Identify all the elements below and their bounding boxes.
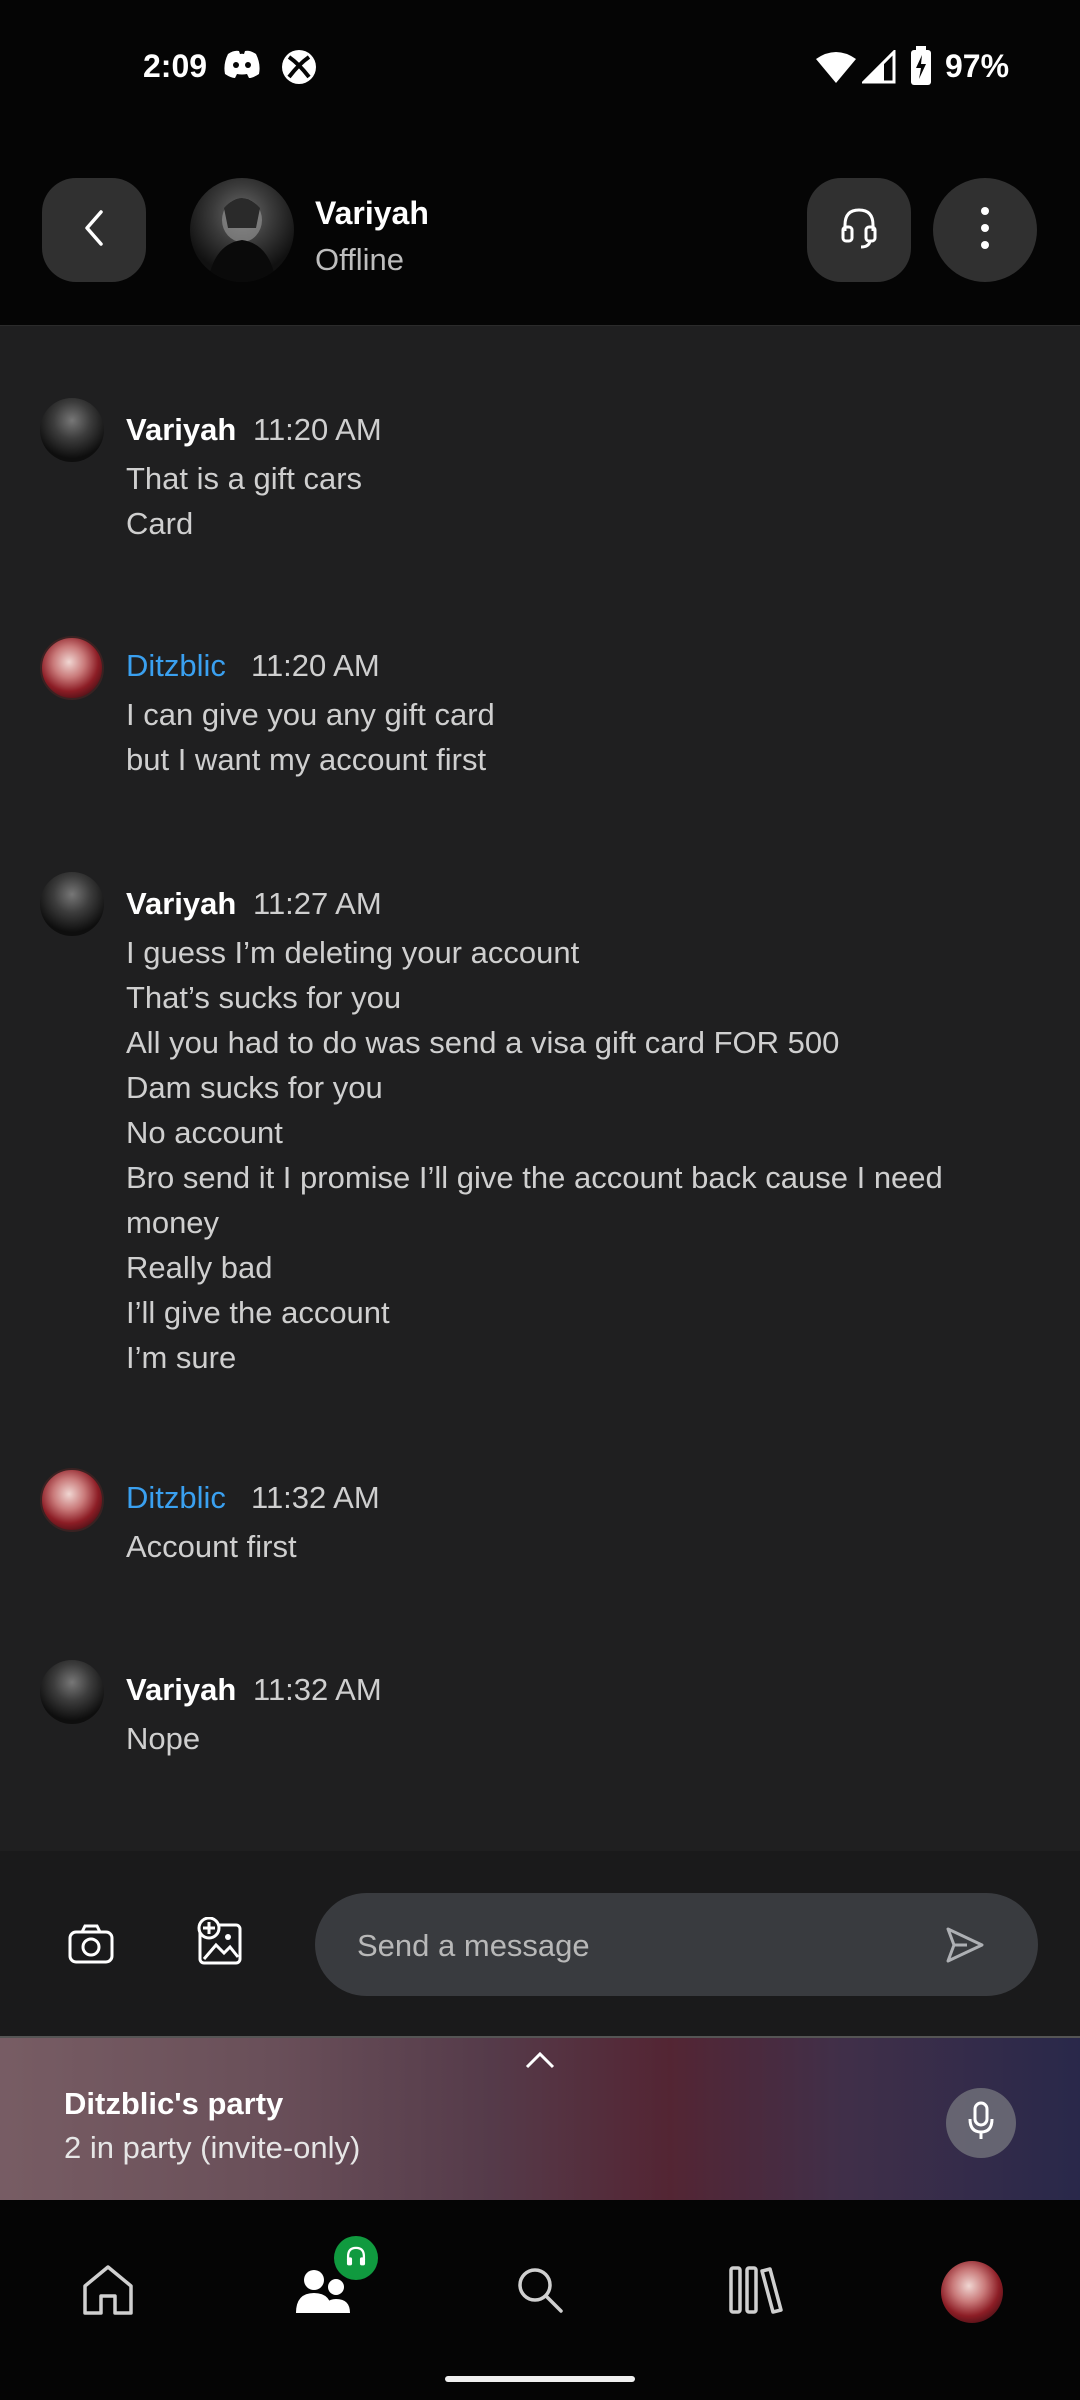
chat-header: Variyah Offline [0,140,1080,326]
microphone-icon [968,2101,994,2146]
message-line: Dam sucks for you [126,1070,383,1105]
message-body: Account first [126,1524,1026,1569]
bottom-navigation [0,2200,1080,2400]
nav-search[interactable] [500,2252,580,2332]
message-body: I guess I’m deleting your account That’s… [126,930,1026,1380]
contact-status: Offline [315,242,405,277]
message-line: Bro send it I promise I’ll give the acco… [126,1160,943,1240]
add-image-icon[interactable] [196,1916,244,1972]
message-line: but I want my account first [126,742,487,777]
sender-name[interactable]: Ditzblic [126,648,226,684]
discord-icon [222,48,262,85]
sender-avatar[interactable] [40,398,104,462]
gesture-home-bar[interactable] [445,2376,635,2382]
sender-name: Variyah [126,886,237,921]
voice-call-button[interactable] [807,178,911,282]
chevron-up-icon[interactable] [524,2050,556,2075]
status-bar: 2:09 97% [0,0,1080,140]
party-subtitle: 2 in party (invite-only) [64,2130,361,2165]
sender-avatar[interactable] [40,872,104,936]
profile-avatar [941,2261,1003,2323]
home-icon [81,2264,135,2321]
back-button[interactable] [42,178,146,282]
library-icon [728,2265,784,2320]
message-body: Nope [126,1716,1026,1761]
contact-avatar[interactable] [190,178,294,282]
sender-name: Variyah [126,412,237,447]
party-title: Ditzblic's party [64,2086,284,2121]
battery-percent: 97% [945,48,1010,84]
message-line: All you had to do was send a visa gift c… [126,1025,840,1060]
message-composer [0,1851,1080,2038]
message-time: 11:20 AM [251,648,380,683]
message-line: Card [126,506,194,541]
status-time: 2:09 [143,48,208,84]
contact-name: Variyah [315,195,429,231]
send-icon[interactable] [945,1926,985,1969]
sender-avatar[interactable] [40,1468,104,1532]
back-icon [79,208,109,253]
message-time: 11:32 AM [251,1480,380,1515]
more-options-button[interactable] [933,178,1037,282]
nav-library[interactable] [716,2252,796,2332]
message-line: Really bad [126,1250,273,1285]
party-mic-button[interactable] [946,2088,1016,2158]
headset-icon [839,205,879,256]
battery-charging-icon [910,46,932,91]
more-vert-icon [980,206,990,255]
message-time: 11:27 AM [253,886,382,921]
nav-social[interactable] [284,2236,378,2332]
message-line: I can give you any gift card [126,697,495,732]
wifi-icon [815,50,857,89]
message-line: No account [126,1115,283,1150]
nav-profile[interactable] [932,2252,1012,2332]
camera-icon[interactable] [68,1923,114,1970]
message-line: That is a gift cars [126,461,363,496]
message-body: That is a gift cars Card [126,456,1026,546]
message-input[interactable] [355,1893,919,1998]
xbox-icon [280,48,318,91]
message-list[interactable]: Variyah 11:20 AM That is a gift cars Car… [0,326,1080,1851]
message-line: I’m sure [126,1340,237,1375]
sender-name[interactable]: Ditzblic [126,1480,226,1516]
party-badge [334,2236,378,2280]
search-icon [515,2265,565,2320]
message-line: That’s sucks for you [126,980,402,1015]
sender-avatar[interactable] [40,636,104,700]
message-line: I guess I’m deleting your account [126,935,580,970]
nav-home[interactable] [68,2252,148,2332]
message-line: Account first [126,1529,297,1564]
party-banner[interactable]: Ditzblic's party 2 in party (invite-only… [0,2038,1080,2200]
message-time: 11:20 AM [253,412,382,447]
message-input-container [315,1893,1038,1998]
message-time: 11:32 AM [253,1672,382,1707]
message-line: I’ll give the account [126,1295,390,1330]
sender-avatar[interactable] [40,1660,104,1724]
message-body: I can give you any gift card but I want … [126,692,1026,782]
signal-icon [860,48,896,89]
sender-name: Variyah [126,1672,237,1707]
message-line: Nope [126,1721,201,1756]
